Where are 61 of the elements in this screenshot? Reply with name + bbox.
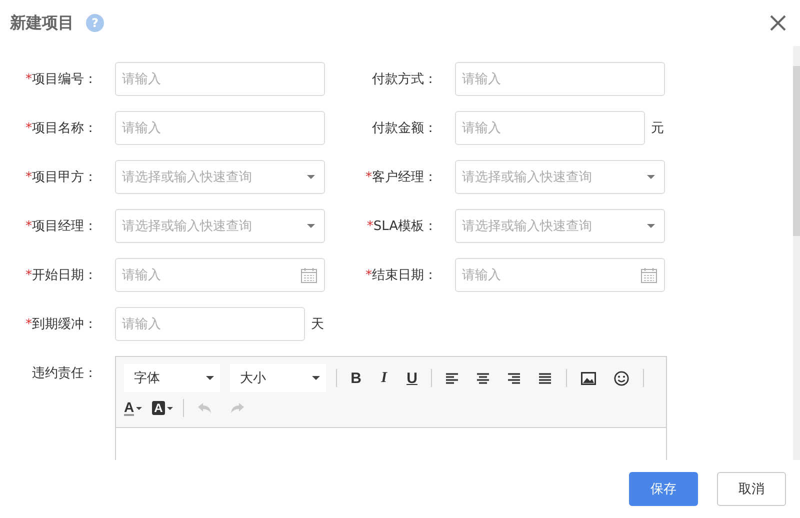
toolbar-select[interactable]: 字体 <box>124 364 220 392</box>
select-field[interactable]: 请选择或输入快速查询 <box>455 160 665 194</box>
field-label: 项目编号： <box>32 71 97 88</box>
align-right-icon[interactable] <box>508 372 521 384</box>
caret-icon <box>647 175 655 179</box>
required-mark: * <box>366 268 372 282</box>
select-field[interactable]: 请选择或输入快速查询 <box>115 209 325 243</box>
save-button[interactable]: 保存 <box>629 472 698 506</box>
emoji-icon[interactable] <box>614 370 629 386</box>
field-label: 项目甲方： <box>32 169 97 186</box>
select-field[interactable]: 请选择或输入快速查询 <box>115 160 325 194</box>
align-center-icon[interactable] <box>477 372 490 384</box>
field-label: 违约责任： <box>32 365 97 382</box>
bold-button[interactable]: B <box>347 370 365 386</box>
field-label: 到期缓冲： <box>32 316 97 333</box>
required-mark: * <box>26 170 32 184</box>
caret-icon <box>647 224 655 228</box>
unit-label: 天 <box>311 316 324 333</box>
required-mark: * <box>366 170 372 184</box>
field-label: 项目经理： <box>32 218 97 235</box>
field-label: SLA模板： <box>373 218 437 235</box>
required-mark: * <box>26 120 32 136</box>
unit-label: 元 <box>651 120 664 137</box>
align-left-icon[interactable] <box>446 372 459 384</box>
required-mark: * <box>26 316 32 332</box>
caret-icon <box>307 175 315 179</box>
toolbar-select[interactable]: 大小 <box>230 364 326 392</box>
required-mark: * <box>26 268 32 282</box>
calendar-icon <box>301 267 317 283</box>
dialog-title: 新建项目 <box>10 12 74 34</box>
field-label: 付款金额： <box>372 120 437 137</box>
required-mark: * <box>366 218 374 234</box>
field-label: 付款方式： <box>372 71 437 88</box>
caret-icon <box>206 376 214 380</box>
input-field[interactable]: 请输入 <box>115 307 305 341</box>
image-icon[interactable] <box>581 372 596 384</box>
input-field[interactable]: 请输入 <box>455 62 665 96</box>
input-field[interactable]: 请输入 <box>115 62 325 96</box>
align-justify-icon[interactable] <box>539 372 552 384</box>
underline-button[interactable]: U <box>403 370 421 386</box>
caret-icon <box>166 406 173 410</box>
close-icon[interactable] <box>770 15 786 31</box>
required-mark: * <box>26 218 32 234</box>
italic-button[interactable]: I <box>375 370 393 386</box>
field-label: 项目名称： <box>32 120 97 137</box>
field-label: 结束日期： <box>372 267 437 284</box>
caret-icon <box>312 376 320 380</box>
date-field[interactable]: 请输入 <box>115 258 325 292</box>
scrollbar[interactable] <box>793 46 800 460</box>
cancel-button[interactable]: 取消 <box>717 472 786 506</box>
field-label: 客户经理： <box>372 169 437 186</box>
required-mark: * <box>26 72 32 86</box>
input-field[interactable]: 请输入 <box>455 111 645 145</box>
caret-icon <box>307 224 315 228</box>
font-color-button[interactable]: A <box>124 400 142 416</box>
field-label: 开始日期： <box>32 267 97 284</box>
caret-icon <box>136 406 142 410</box>
calendar-icon <box>641 267 657 283</box>
input-field[interactable]: 请输入 <box>115 111 325 145</box>
select-field[interactable]: 请选择或输入快速查询 <box>455 209 665 243</box>
date-field[interactable]: 请输入 <box>455 258 665 292</box>
